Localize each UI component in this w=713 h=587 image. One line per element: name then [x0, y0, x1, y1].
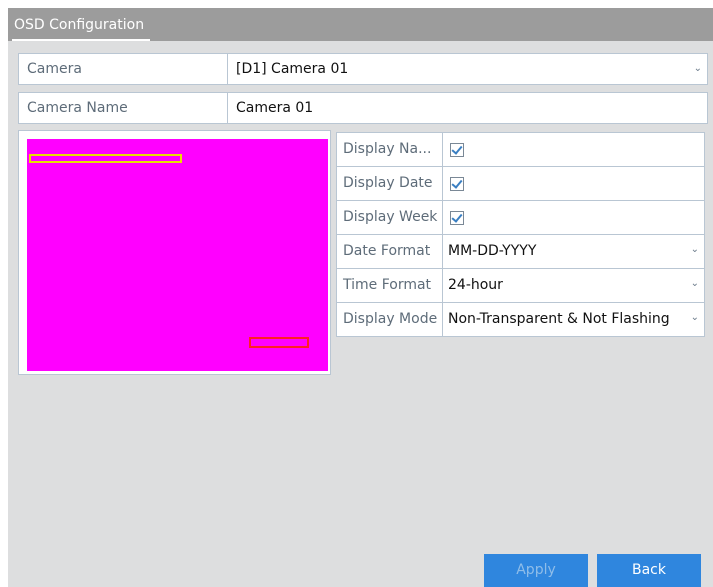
time-format-row: Time Format 24-hour ⌄ — [337, 269, 704, 303]
display-date-label: Display Date — [337, 167, 443, 200]
display-week-label: Display Week — [337, 201, 443, 234]
title-bar: OSD Configuration — [8, 8, 713, 41]
display-name-label: Display Na... — [337, 133, 443, 166]
date-format-select[interactable]: MM-DD-YYYY ⌄ — [443, 235, 704, 268]
osd-date-box[interactable] — [249, 337, 309, 348]
tab-osd-configuration[interactable]: OSD Configuration — [12, 10, 151, 41]
osd-settings-grid: Display Na... Display Date Display Week … — [336, 132, 705, 337]
display-date-checkbox[interactable] — [450, 177, 464, 191]
display-week-checkbox[interactable] — [450, 211, 464, 225]
date-format-value: MM-DD-YYYY — [448, 243, 537, 259]
chevron-down-icon: ⌄ — [690, 244, 699, 255]
osd-preview[interactable] — [27, 139, 328, 371]
camera-select[interactable]: [D1] Camera 01 ⌄ — [228, 54, 707, 84]
time-format-select[interactable]: 24-hour ⌄ — [443, 269, 704, 302]
time-format-value: 24-hour — [448, 277, 503, 293]
camera-name-label: Camera Name — [19, 93, 228, 123]
chevron-down-icon: ⌄ — [690, 312, 699, 323]
camera-name-row: Camera Name Camera 01 — [18, 92, 708, 124]
camera-row: Camera [D1] Camera 01 ⌄ — [18, 53, 708, 85]
display-date-row: Display Date — [337, 167, 704, 201]
display-mode-row: Display Mode Non-Transparent & Not Flash… — [337, 303, 704, 337]
osd-config-panel: OSD Configuration Camera [D1] Camera 01 … — [8, 8, 713, 587]
date-format-label: Date Format — [337, 235, 443, 268]
date-format-row: Date Format MM-DD-YYYY ⌄ — [337, 235, 704, 269]
preview-frame — [18, 130, 331, 375]
display-name-checkbox[interactable] — [450, 143, 464, 157]
apply-button[interactable]: Apply — [484, 554, 588, 587]
display-mode-label: Display Mode — [337, 303, 443, 336]
camera-select-value: [D1] Camera 01 — [236, 61, 349, 77]
display-mode-value: Non-Transparent & Not Flashing — [448, 311, 670, 327]
osd-name-box[interactable] — [29, 154, 182, 163]
back-button[interactable]: Back — [597, 554, 701, 587]
camera-label: Camera — [19, 54, 228, 84]
time-format-label: Time Format — [337, 269, 443, 302]
chevron-down-icon: ⌄ — [693, 63, 702, 74]
display-name-row: Display Na... — [337, 133, 704, 167]
chevron-down-icon: ⌄ — [690, 278, 699, 289]
camera-name-input[interactable]: Camera 01 — [228, 93, 707, 123]
display-week-row: Display Week — [337, 201, 704, 235]
display-mode-select[interactable]: Non-Transparent & Not Flashing ⌄ — [443, 303, 704, 336]
